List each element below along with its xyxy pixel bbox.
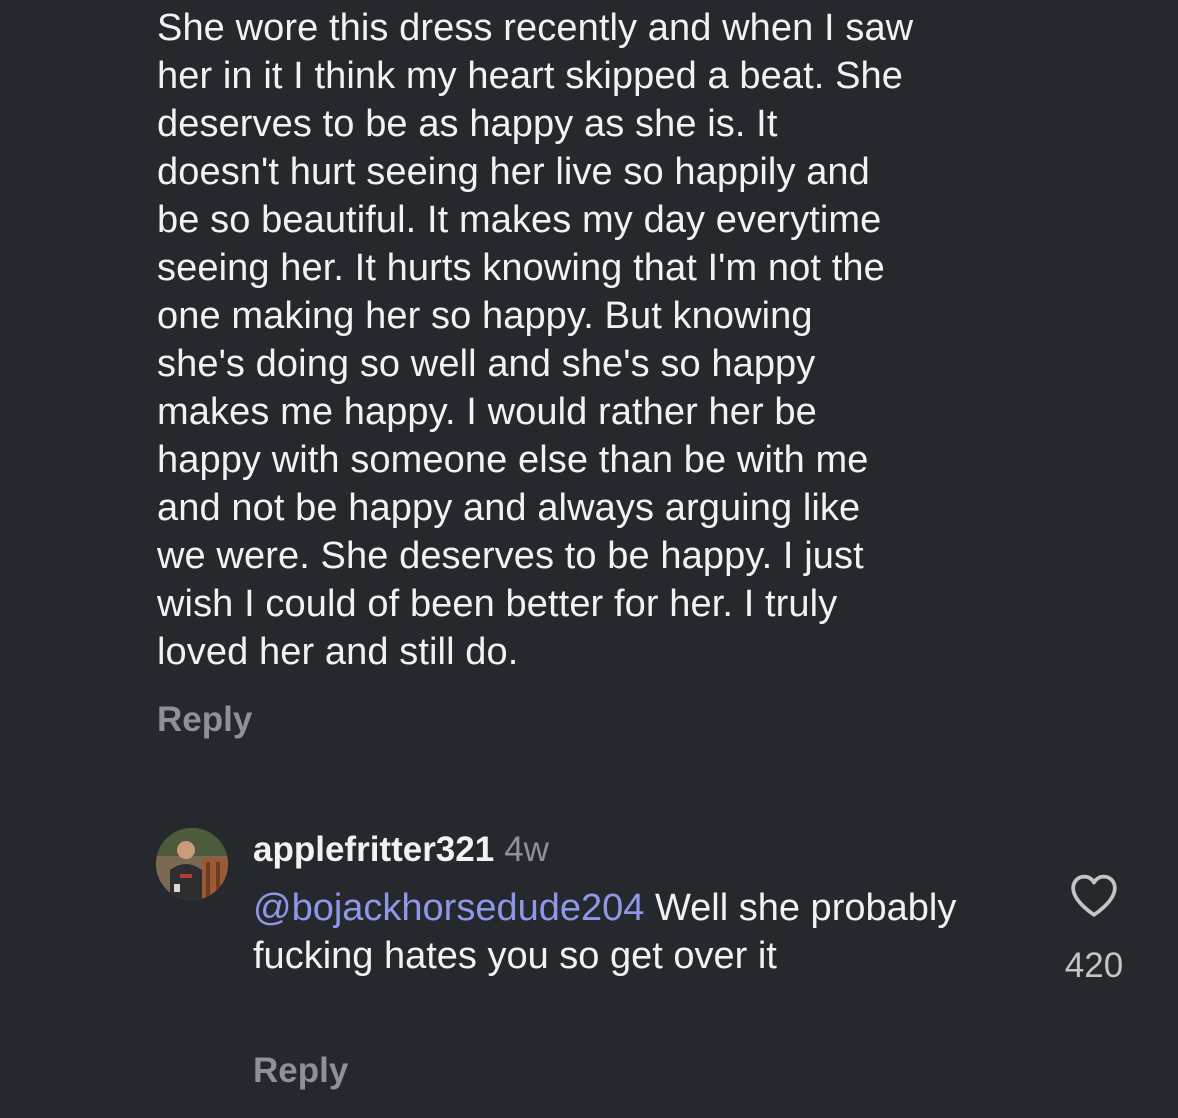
like-count: 420 <box>1064 946 1124 985</box>
like-control: 420 <box>1058 872 1130 986</box>
avatar[interactable] <box>156 828 228 900</box>
timestamp: 4w <box>504 830 549 869</box>
reply-header: applefritter321 4w <box>253 828 549 872</box>
parent-comment-text: She wore this dress recently and when I … <box>157 7 914 673</box>
avatar-photo-icon <box>156 828 228 900</box>
reply-comment-text: @bojackhorsedude204 Well she probably fu… <box>253 884 1033 980</box>
heart-outline-icon[interactable] <box>1069 872 1119 918</box>
reply-button[interactable]: Reply <box>253 1051 348 1091</box>
mention-link[interactable]: @bojackhorsedude204 <box>253 887 644 929</box>
username-link[interactable]: applefritter321 <box>253 830 494 869</box>
parent-reply-button[interactable]: Reply <box>157 700 252 740</box>
